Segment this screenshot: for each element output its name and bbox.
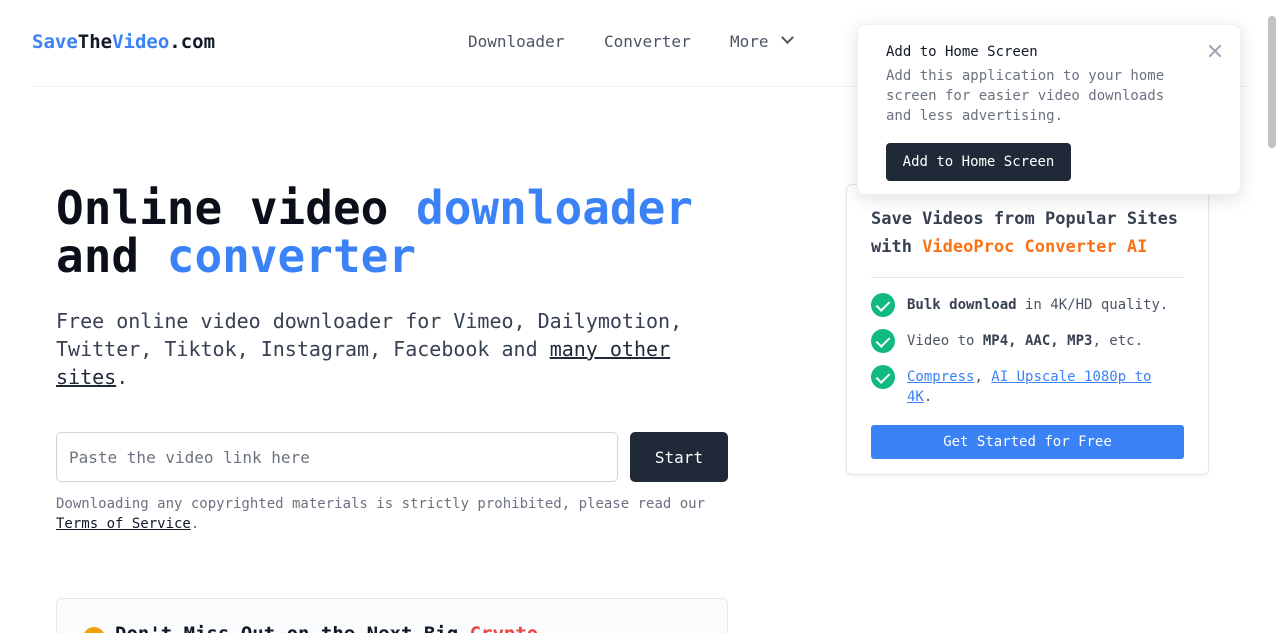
popup-title: Add to Home Screen [886, 44, 1038, 60]
logo-part-save: Save [32, 31, 78, 53]
disclaimer-text: Downloading any copyrighted materials is… [56, 496, 706, 512]
page-title: Online video downloader and converter [56, 184, 776, 280]
promo-divider [871, 277, 1184, 278]
get-started-button[interactable]: Get Started for Free [871, 425, 1184, 459]
feature-rest: , etc. [1092, 333, 1144, 349]
feature-pre: Video to [907, 333, 983, 349]
feature-sep: , [974, 369, 992, 385]
crypto-promo-accent: Crypto [470, 623, 539, 633]
title-line2-plain: and [56, 229, 167, 283]
disclaimer-end: . [190, 516, 200, 532]
feature-text: Bulk download in 4K/HD quality. [907, 295, 1168, 317]
videoproc-promo-card: Save Videos from Popular Sites with Vide… [846, 184, 1209, 475]
crypto-promo-card[interactable]: Don't Miss Out on the Next Big Crypto [56, 598, 728, 633]
hero-subtitle: Free online video downloader for Vimeo, … [56, 307, 716, 391]
chevron-down-icon [780, 31, 794, 45]
nav-more-label: More [730, 32, 769, 51]
page-scrollbar[interactable] [1268, 16, 1276, 148]
add-to-home-popup: Add to Home Screen Add this application … [857, 24, 1241, 195]
site-logo[interactable]: SaveTheVideo.com [32, 31, 215, 53]
title-line2-accent: converter [166, 229, 417, 283]
copyright-disclaimer: Downloading any copyrighted materials is… [56, 494, 736, 534]
coin-icon [83, 627, 105, 633]
nav-converter[interactable]: Converter [604, 32, 691, 51]
title-line1-accent: downloader [416, 181, 693, 235]
nav-downloader[interactable]: Downloader [468, 32, 564, 51]
logo-part-video: Video [112, 31, 170, 53]
hero-subtitle-end: . [116, 365, 129, 389]
feature-end: . [923, 389, 933, 405]
logo-part-the: The [77, 31, 113, 53]
title-line1-plain: Online video [56, 181, 417, 235]
promo-title-accent: VideoProc Converter AI [922, 237, 1148, 257]
compress-link[interactable]: Compress [907, 369, 974, 385]
logo-part-com: .com [169, 31, 216, 53]
crypto-promo-text: Don't Miss Out on the Next Big [115, 623, 470, 633]
terms-of-service-link[interactable]: Terms of Service [56, 516, 191, 532]
feature-item: Video to MP4, AAC, MP3, etc. [871, 329, 1171, 353]
feature-bold: Bulk download [907, 297, 1017, 313]
add-to-home-button[interactable]: Add to Home Screen [886, 143, 1071, 181]
feature-bold: MP4, AAC, MP3 [982, 333, 1093, 349]
feature-item: Bulk download in 4K/HD quality. [871, 293, 1171, 317]
video-link-input[interactable] [56, 432, 618, 482]
feature-item: Compress, AI Upscale 1080p to 4K. [871, 365, 1171, 407]
check-circle-icon [871, 293, 895, 317]
nav-more[interactable]: More [730, 31, 794, 51]
feature-text: Video to MP4, AAC, MP3, etc. [907, 331, 1143, 353]
close-icon[interactable] [1206, 42, 1224, 60]
feature-text: Compress, AI Upscale 1080p to 4K. [907, 367, 1171, 407]
popup-body: Add this application to your home screen… [886, 68, 1165, 124]
feature-rest: in 4K/HD quality. [1016, 297, 1169, 313]
start-button[interactable]: Start [630, 432, 728, 482]
check-circle-icon [871, 329, 895, 353]
check-circle-icon [871, 365, 895, 389]
promo-card-title: Save Videos from Popular Sites with Vide… [871, 205, 1191, 261]
crypto-promo-title: Don't Miss Out on the Next Big Crypto [115, 623, 538, 633]
